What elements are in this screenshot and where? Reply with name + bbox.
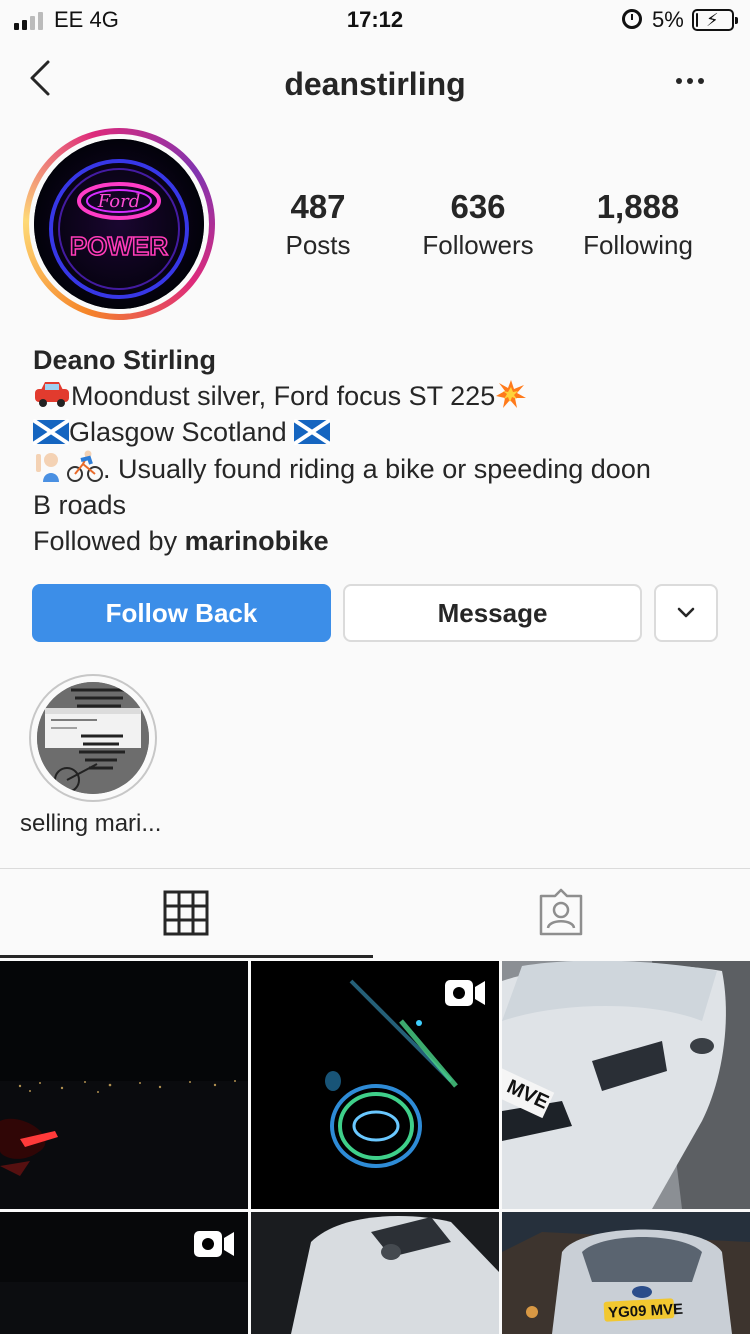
video-camera-icon	[445, 980, 485, 1006]
bio-text: . Usually found riding a bike or speedin…	[103, 454, 651, 484]
stat-posts[interactable]: 487 Posts	[260, 188, 376, 261]
followed-by-user-link[interactable]: marinobike	[185, 526, 329, 556]
tab-tagged[interactable]	[537, 888, 585, 936]
ford-power-logo: Ford POWER	[34, 139, 204, 309]
bio-text: B roads	[33, 490, 127, 520]
video-camera-icon	[194, 1231, 234, 1257]
follow-back-button[interactable]: Follow Back	[32, 584, 331, 642]
scotland-flag-icon	[294, 419, 331, 445]
stat-followers[interactable]: 636 Followers	[408, 188, 548, 261]
battery-percent: 5%	[652, 7, 684, 32]
post-thumbnail[interactable]	[0, 961, 248, 1209]
tab-grid[interactable]	[163, 890, 209, 936]
stat-label: Followers	[422, 230, 534, 260]
grid-icon	[163, 890, 209, 936]
story-ring[interactable]: Ford POWER	[23, 128, 215, 320]
person-raising-hand-icon	[36, 453, 59, 482]
person-biking-icon	[67, 450, 103, 482]
bio-line: Glasgow Scotland	[33, 414, 733, 450]
tabs-divider	[0, 868, 750, 869]
active-tab-indicator	[0, 955, 373, 958]
profile-bio: Deano Stirling Moondust silver, Ford foc…	[33, 342, 733, 559]
suggested-accounts-button[interactable]	[654, 584, 718, 642]
post-thumbnail[interactable]	[251, 961, 499, 1209]
profile-header: deanstirling	[0, 44, 750, 124]
story-highlight[interactable]	[29, 674, 157, 802]
bio-text: Glasgow Scotland	[69, 417, 287, 447]
svg-text:Ford: Ford	[97, 191, 140, 212]
svg-text:POWER: POWER	[70, 231, 168, 261]
car-emoji-icon	[35, 382, 69, 407]
message-button[interactable]: Message	[343, 584, 642, 642]
post-thumbnail[interactable]	[0, 1212, 248, 1334]
alarm-icon	[622, 9, 642, 29]
bio-line: . Usually found riding a bike or speedin…	[33, 450, 733, 487]
page-title: deanstirling	[284, 66, 466, 102]
scotland-flag-icon	[33, 419, 69, 445]
stat-label: Following	[583, 230, 693, 260]
highlight-cover	[37, 682, 149, 794]
followed-by-line: Followed by marinobike	[33, 523, 733, 559]
tagged-user-icon	[539, 888, 583, 936]
post-thumbnail[interactable]	[251, 1212, 499, 1334]
stat-value: 487	[290, 188, 346, 225]
chevron-down-icon	[677, 607, 695, 618]
stat-label: Posts	[285, 230, 351, 260]
post-thumbnail[interactable]: YG09 MVE	[502, 1212, 750, 1334]
collision-emoji-icon	[496, 380, 527, 408]
stat-value: 636	[450, 188, 506, 225]
profile-name: Deano Stirling	[33, 345, 217, 375]
stat-value: 1,888	[596, 188, 680, 225]
followed-by-prefix: Followed by	[33, 526, 185, 556]
post-thumbnail[interactable]: MVE	[502, 961, 750, 1209]
battery-icon: ⚡	[692, 9, 738, 31]
post-grid: MVE YG09 MVE	[0, 961, 750, 1334]
stat-following[interactable]: 1,888 Following	[570, 188, 706, 261]
ellipsis-icon	[676, 78, 682, 84]
avatar[interactable]: Ford POWER	[34, 139, 204, 309]
bio-line: Moondust silver, Ford focus ST 225	[33, 378, 733, 414]
more-options-button[interactable]	[676, 78, 704, 84]
bio-text: Moondust silver, Ford focus ST 225	[71, 381, 496, 411]
status-bar: EE 4G 17:12 5% ⚡	[0, 0, 750, 40]
highlight-label: selling mari...	[20, 810, 162, 837]
